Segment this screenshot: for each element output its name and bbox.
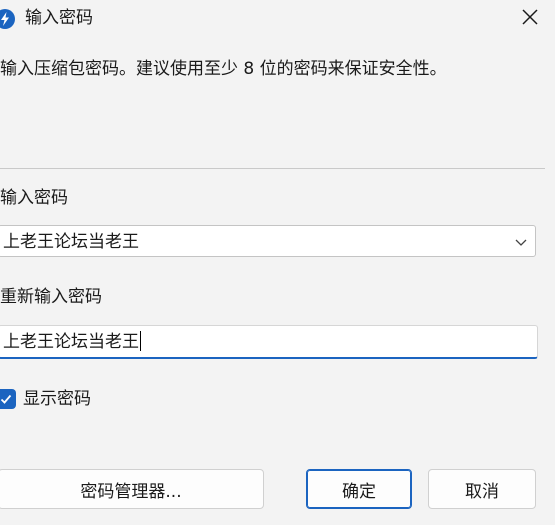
text-caret [140,331,141,351]
ok-button[interactable]: 确定 [306,469,412,509]
password-value: 上老王论坛当老王 [3,232,139,252]
confirm-password-value: 上老王论坛当老王 [3,331,141,353]
password-label: 输入密码 [0,188,68,208]
chevron-down-icon[interactable] [513,234,529,250]
dialog-title: 输入密码 [25,8,93,28]
app-logo-icon [0,8,16,30]
show-password-checkbox[interactable] [0,389,16,409]
divider [0,168,545,169]
confirm-password-label: 重新输入密码 [0,287,102,307]
close-button[interactable] [514,4,546,34]
cancel-button[interactable]: 取消 [428,469,536,509]
close-icon [522,9,538,29]
confirm-password-input[interactable]: 上老王论坛当老王 [0,325,538,359]
dialog-description: 输入压缩包密码。建议使用至少 8 位的密码来保证安全性。 [0,59,447,79]
show-password-label: 显示密码 [23,389,91,409]
title-bar: 输入密码 [0,0,555,38]
password-combobox[interactable]: 上老王论坛当老王 [0,225,536,257]
confirm-password-text: 上老王论坛当老王 [3,332,139,352]
checkmark-icon [0,394,12,404]
password-manager-button[interactable]: 密码管理器... [0,469,264,509]
